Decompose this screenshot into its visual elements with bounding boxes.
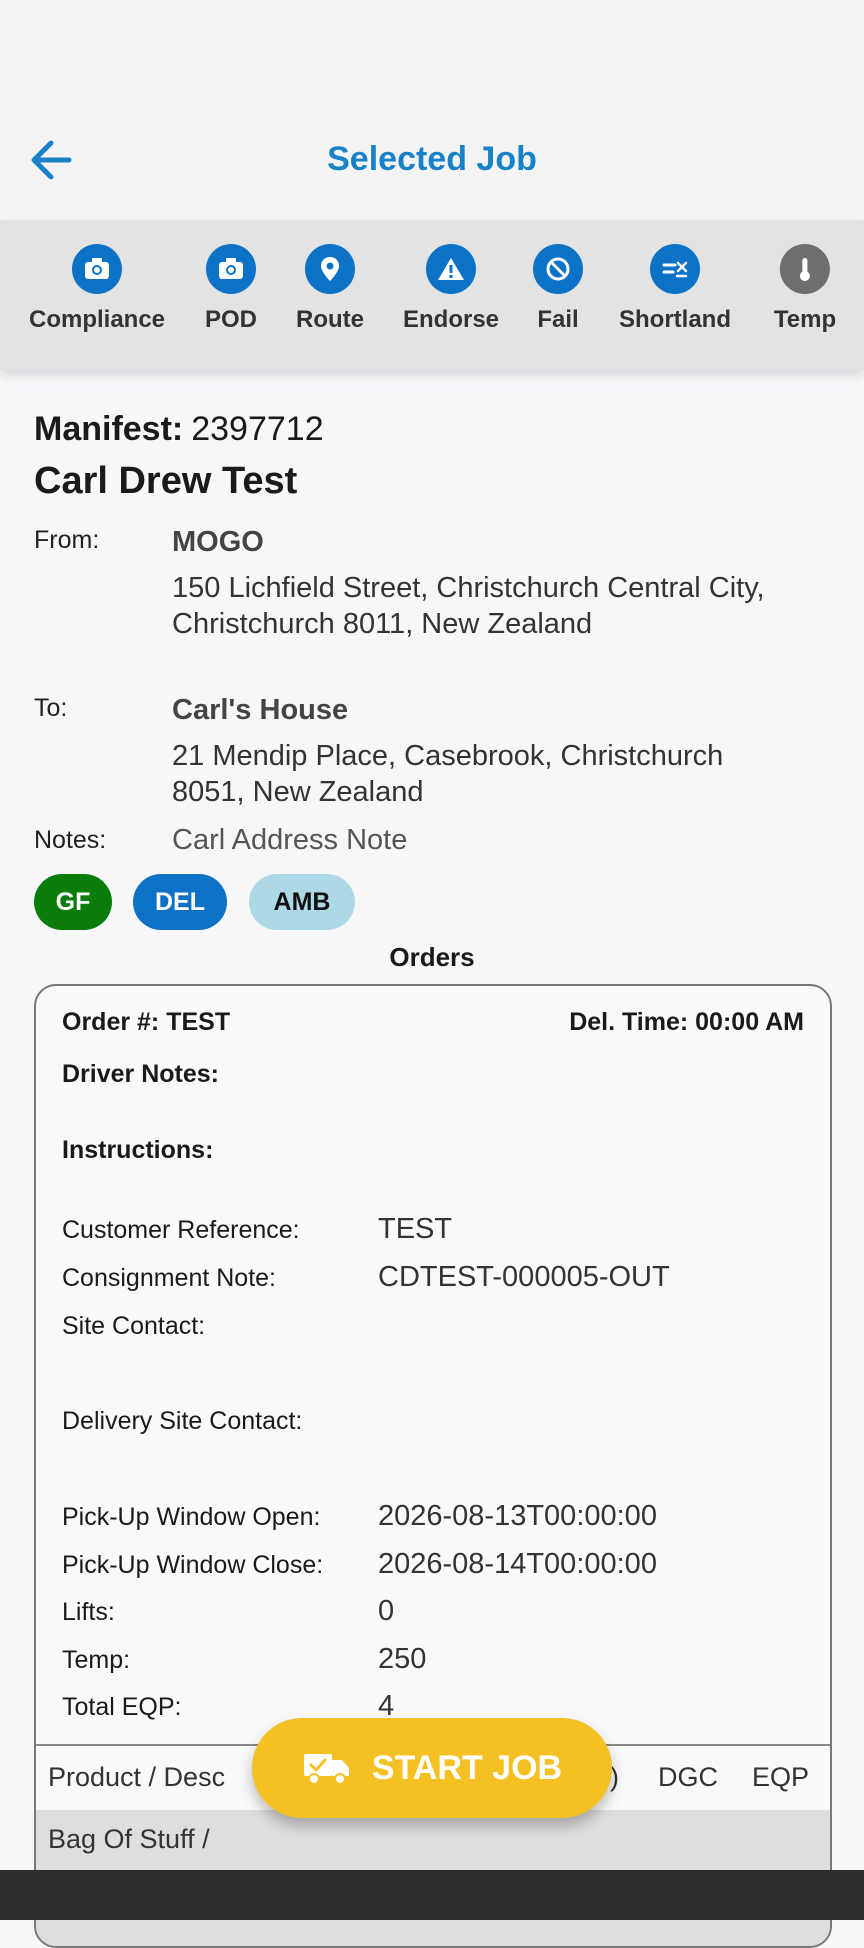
- lifts-label: Lifts:: [62, 1598, 115, 1626]
- instructions-label: Instructions:: [62, 1136, 214, 1164]
- camera-icon: [85, 258, 109, 279]
- prohibited-icon: [546, 257, 570, 281]
- toolbar-label: Fail: [537, 306, 579, 333]
- temp-value: 250: [378, 1643, 427, 1675]
- status-bar-area: [0, 0, 864, 100]
- app-header: Selected Job: [0, 100, 864, 220]
- shortland-icon: [662, 261, 688, 278]
- delivery-site-contact-label: Delivery Site Contact:: [62, 1407, 303, 1435]
- pickup-close-label: Pick-Up Window Close:: [62, 1551, 324, 1579]
- truck-check-icon: [303, 1754, 349, 1785]
- customer-reference-value: TEST: [378, 1213, 453, 1245]
- manifest-line: Manifest: 2397712: [34, 410, 324, 449]
- temp-button[interactable]: Temp: [774, 244, 836, 334]
- fail-button[interactable]: Fail: [533, 244, 583, 334]
- job-name: Carl Drew Test: [34, 460, 298, 502]
- from-label: From:: [34, 526, 100, 554]
- warning-icon: [438, 258, 464, 280]
- pickup-open-label: Pick-Up Window Open:: [62, 1503, 321, 1531]
- system-navigation-bar: [0, 1870, 864, 1920]
- total-eqp-label: Total EQP:: [62, 1693, 182, 1721]
- camera-icon: [218, 258, 243, 279]
- toolbar-label: Temp: [773, 306, 837, 333]
- notes-value: Carl Address Note: [172, 824, 408, 856]
- from-name: MOGO: [172, 526, 264, 558]
- to-name: Carl's House: [172, 694, 349, 726]
- orders-heading: Orders: [389, 942, 475, 972]
- start-job-button[interactable]: START JOB: [252, 1718, 612, 1818]
- column-product: Product / Desc: [48, 1762, 226, 1792]
- thermometer-icon: [799, 258, 810, 281]
- from-address: 150 Lichfield Street, Christchurch Centr…: [172, 572, 765, 640]
- endorse-button[interactable]: Endorse: [403, 244, 499, 334]
- notes-label: Notes:: [34, 826, 107, 854]
- pod-button[interactable]: POD: [205, 244, 257, 334]
- toolbar-label: POD: [204, 306, 258, 333]
- column-dgc: DGC: [658, 1762, 718, 1792]
- order-number: Order #: TEST: [62, 1008, 231, 1036]
- pickup-close-value: 2026-08-14T00:00:00: [378, 1548, 657, 1580]
- to-label: To:: [34, 694, 68, 722]
- tag-del[interactable]: DEL: [133, 874, 227, 930]
- consignment-note-value: CDTEST-000005-OUT: [378, 1261, 670, 1293]
- delivery-time: Del. Time: 00:00 AM: [569, 1008, 804, 1036]
- lifts-value: 0: [378, 1595, 395, 1627]
- compliance-button[interactable]: Compliance: [29, 244, 165, 334]
- action-toolbar: Compliance POD Route Endorse Fail Shortl…: [0, 220, 864, 370]
- column-eqp: EQP: [752, 1762, 810, 1792]
- toolbar-label: Route: [296, 306, 364, 333]
- toolbar-label: Endorse: [402, 306, 500, 333]
- manifest-label: Manifest:: [34, 410, 184, 448]
- tag-amb[interactable]: AMB: [249, 874, 355, 930]
- temp-label: Temp:: [62, 1646, 131, 1674]
- driver-notes-label: Driver Notes:: [62, 1060, 219, 1088]
- manifest-number: 2397712: [191, 410, 324, 448]
- site-contact-label: Site Contact:: [62, 1312, 206, 1340]
- customer-reference-label: Customer Reference:: [62, 1216, 300, 1244]
- start-job-label: START JOB: [371, 1748, 563, 1787]
- route-button[interactable]: Route: [296, 244, 364, 334]
- pickup-open-value: 2026-08-13T00:00:00: [378, 1500, 657, 1532]
- shortland-button[interactable]: Shortland: [619, 244, 731, 334]
- page-title: Selected Job: [327, 140, 537, 178]
- toolbar-label: Compliance: [28, 306, 166, 333]
- product-description: Bag Of Stuff /: [48, 1824, 210, 1854]
- location-pin-icon: [321, 257, 339, 281]
- consignment-note-label: Consignment Note:: [62, 1264, 277, 1292]
- toolbar-label: Shortland: [619, 306, 731, 333]
- to-address: 21 Mendip Place, Casebrook, Christchurch…: [172, 740, 724, 808]
- tag-gf[interactable]: GF: [34, 874, 112, 930]
